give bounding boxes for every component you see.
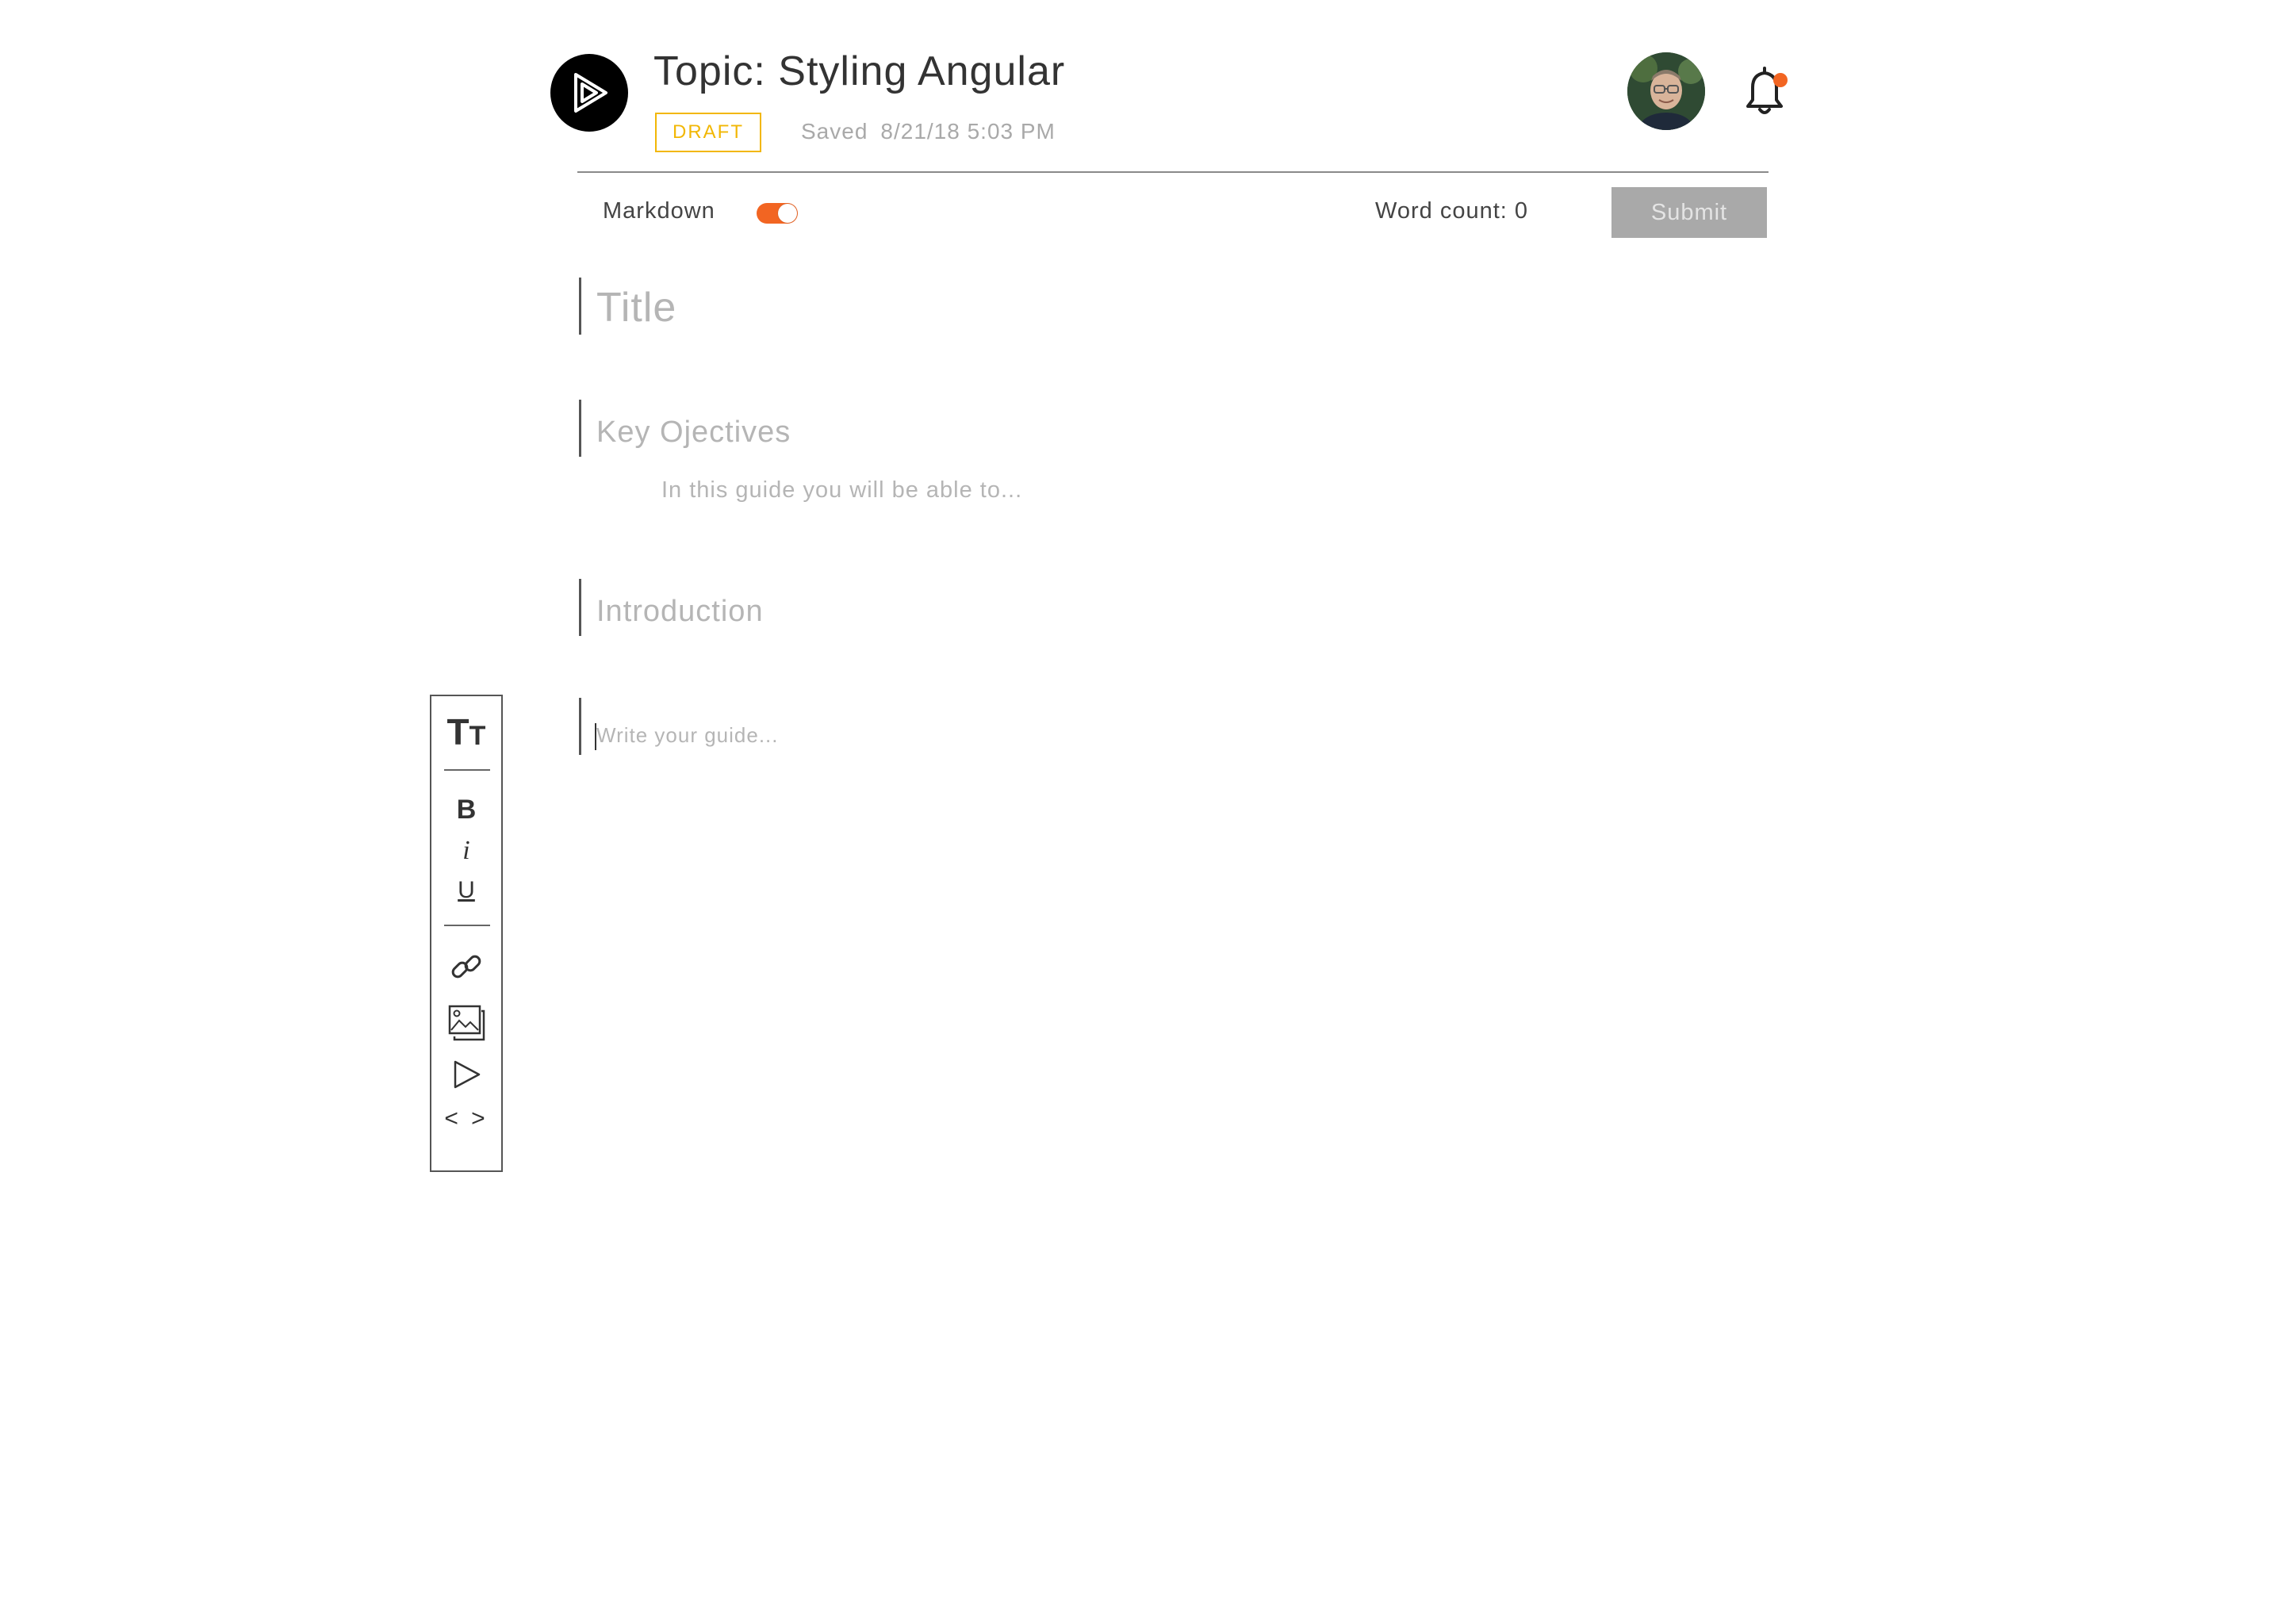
saved-label: Saved (801, 119, 868, 144)
word-count: Word count: 0 (1375, 198, 1529, 224)
header-divider (577, 171, 1769, 173)
saved-timestamp: 8/21/18 5:03 PM (880, 119, 1056, 144)
page-title: Topic: Styling Angular (653, 48, 1066, 94)
guide-editor-page: Topic: Styling Angular DRAFT Saved 8/21/1… (0, 0, 2284, 1624)
underline-button[interactable]: U (431, 872, 501, 909)
submit-button[interactable]: Submit (1611, 187, 1767, 238)
toggle-knob (778, 204, 797, 223)
saved-status: Saved 8/21/18 5:03 PM (801, 119, 1056, 144)
format-toolbar: TT B i U < > (430, 695, 503, 1172)
toolbar-divider (444, 769, 490, 771)
objectives-field-marker (579, 400, 581, 457)
body-field-marker (579, 698, 581, 755)
title-field[interactable]: Title (596, 284, 676, 331)
bold-button[interactable]: B (431, 791, 501, 828)
pluralsight-logo-icon[interactable] (550, 54, 628, 132)
image-icon (448, 1005, 485, 1041)
notifications-bell-icon[interactable] (1737, 63, 1792, 119)
underline-icon: U (458, 877, 475, 903)
link-button[interactable] (431, 947, 501, 986)
markdown-label: Markdown (603, 198, 715, 224)
toolbar-divider (444, 925, 490, 926)
markdown-toggle[interactable] (757, 203, 798, 224)
status-badge: DRAFT (655, 113, 761, 152)
key-objectives-hint[interactable]: In this guide you will be able to... (661, 477, 1022, 504)
key-objectives-field[interactable]: Key Ojectives (596, 416, 791, 450)
video-icon (454, 1060, 481, 1089)
text-size-icon: TT (446, 711, 486, 753)
code-icon: < > (444, 1105, 489, 1132)
video-button[interactable] (431, 1055, 501, 1094)
bold-icon: B (456, 794, 477, 825)
notification-dot-icon (1773, 73, 1788, 87)
italic-icon: i (462, 836, 470, 865)
link-icon (451, 955, 481, 979)
text-size-button[interactable]: TT (431, 711, 501, 753)
guide-body-field[interactable]: Write your guide... (596, 723, 779, 748)
introduction-field[interactable]: Introduction (596, 595, 764, 629)
code-button[interactable]: < > (431, 1101, 501, 1137)
image-button[interactable] (431, 1001, 501, 1045)
italic-button[interactable]: i (431, 833, 501, 869)
title-field-marker (579, 278, 581, 335)
introduction-field-marker (579, 579, 581, 636)
avatar[interactable] (1627, 52, 1705, 130)
